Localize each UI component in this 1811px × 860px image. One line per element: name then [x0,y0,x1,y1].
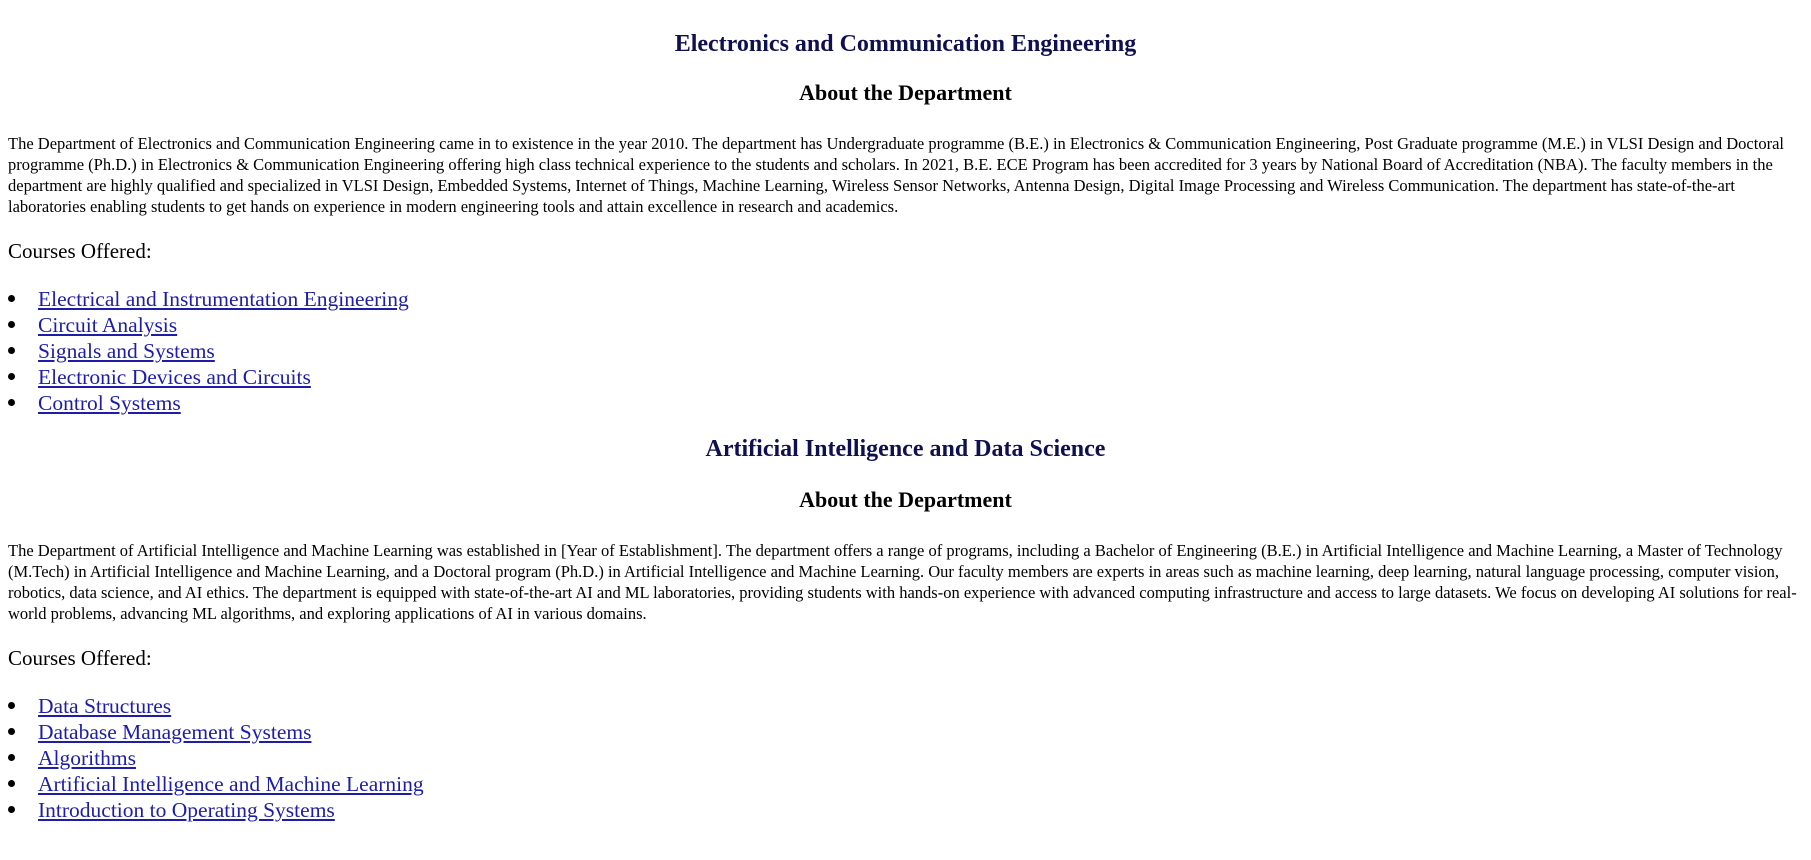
department-title: Artificial Intelligence and Data Science [705,436,1106,462]
about-paragraph: The Department of Artificial Intelligenc… [8,541,1797,623]
list-item: Database Management Systems [8,719,1803,745]
bullet-icon [8,399,15,406]
list-item: Data Structures [8,693,1803,719]
bullet-icon [8,702,15,709]
list-item: Algorithms [8,745,1803,771]
department-title: Electronics and Communication Engineerin… [674,31,1137,57]
course-link[interactable]: Data Structures [38,694,171,718]
course-list: Data Structures Database Management Syst… [8,693,1803,823]
list-item: Electrical and Instrumentation Engineeri… [8,286,1803,312]
about-heading: About the Department [799,80,1012,105]
course-link[interactable]: Circuit Analysis [38,313,177,337]
bullet-icon [8,321,15,328]
bullet-icon [8,806,15,813]
about-paragraph: The Department of Electronics and Commun… [8,134,1784,216]
department-section-aids: Artificial Intelligence and Data Science… [8,434,1803,823]
course-link[interactable]: Algorithms [38,746,136,770]
courses-label: Courses Offered: [8,646,152,670]
page: Electronics and Communication Engineerin… [0,0,1811,823]
list-item: Introduction to Operating Systems [8,797,1803,823]
list-item: Artificial Intelligence and Machine Lear… [8,771,1803,797]
about-heading: About the Department [799,487,1012,512]
bullet-icon [8,780,15,787]
bullet-icon [8,295,15,302]
course-link[interactable]: Introduction to Operating Systems [38,798,335,822]
course-link[interactable]: Database Management Systems [38,720,311,744]
bullet-icon [8,728,15,735]
courses-label: Courses Offered: [8,239,152,263]
list-item: Signals and Systems [8,338,1803,364]
course-link[interactable]: Signals and Systems [38,339,215,363]
bullet-icon [8,754,15,761]
bullet-icon [8,373,15,380]
department-section-ece: Electronics and Communication Engineerin… [8,0,1803,416]
course-link[interactable]: Artificial Intelligence and Machine Lear… [38,772,424,796]
bullet-icon [8,347,15,354]
course-link[interactable]: Electronic Devices and Circuits [38,365,311,389]
course-link[interactable]: Control Systems [38,391,181,415]
course-link[interactable]: Electrical and Instrumentation Engineeri… [38,287,409,311]
list-item: Circuit Analysis [8,312,1803,338]
list-item: Electronic Devices and Circuits [8,364,1803,390]
course-list: Electrical and Instrumentation Engineeri… [8,286,1803,416]
list-item: Control Systems [8,390,1803,416]
